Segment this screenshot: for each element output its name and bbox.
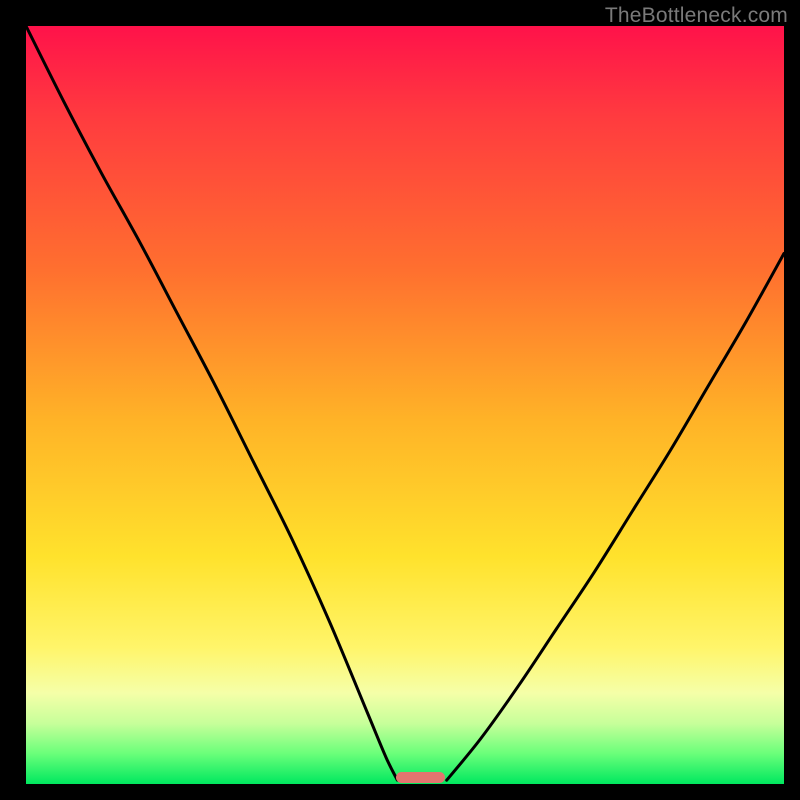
optimal-range-marker (396, 772, 445, 783)
plot-area (26, 26, 784, 784)
curve-left-branch (26, 26, 397, 780)
watermark-text: TheBottleneck.com (605, 4, 788, 28)
curve-right-branch (447, 253, 784, 780)
bottleneck-curve (26, 26, 784, 784)
chart-frame: TheBottleneck.com (0, 0, 800, 800)
